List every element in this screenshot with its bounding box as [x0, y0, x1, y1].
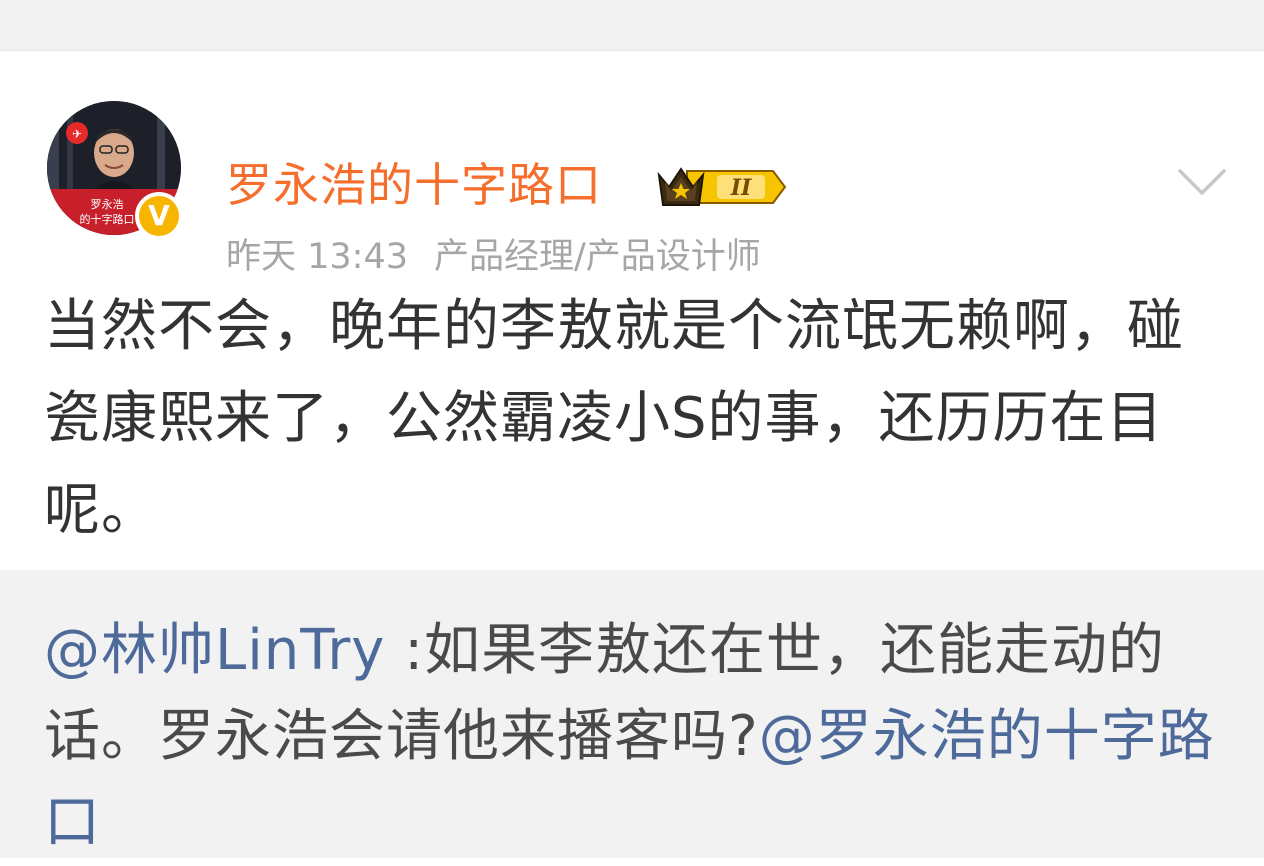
author-name[interactable]: 罗永浩的十字路口 — [226, 155, 602, 215]
post-text: 当然不会，晚年的李敖就是个流氓无赖啊，碰瓷康熙来了，公然霸凌小S的事，还历历在目… — [44, 294, 1184, 543]
post-timestamp: 昨天 13:43 — [226, 237, 408, 277]
post-source: 产品经理/产品设计师 — [434, 237, 761, 277]
verified-v-icon: V — [135, 192, 183, 240]
crown-vip-badge-icon[interactable]: II — [655, 161, 790, 213]
post-meta: 昨天 13:43 产品经理/产品设计师 — [226, 233, 761, 281]
mention-user-link[interactable]: @林帅LinTry — [44, 618, 385, 683]
svg-text:的十字路口: 的十字路口 — [80, 212, 135, 226]
svg-text:罗永浩: 罗永浩 — [91, 197, 124, 211]
quoted-post[interactable]: @林帅LinTry :如果李敖还在世，还能走动的话。罗永浩会请他来播客吗?@罗永… — [0, 570, 1264, 858]
quoted-text: @林帅LinTry :如果李敖还在世，还能走动的话。罗永浩会请他来播客吗?@罗永… — [44, 608, 1234, 866]
svg-text:✈: ✈ — [72, 127, 82, 141]
chevron-down-icon[interactable] — [1176, 163, 1228, 203]
weibo-post[interactable]: ✈ 罗永浩 的十字路口 V 罗永浩的十字路口 II 昨天 13:43 产品经理/… — [0, 51, 1264, 570]
svg-text:II: II — [730, 175, 752, 201]
top-strip — [0, 0, 1264, 51]
